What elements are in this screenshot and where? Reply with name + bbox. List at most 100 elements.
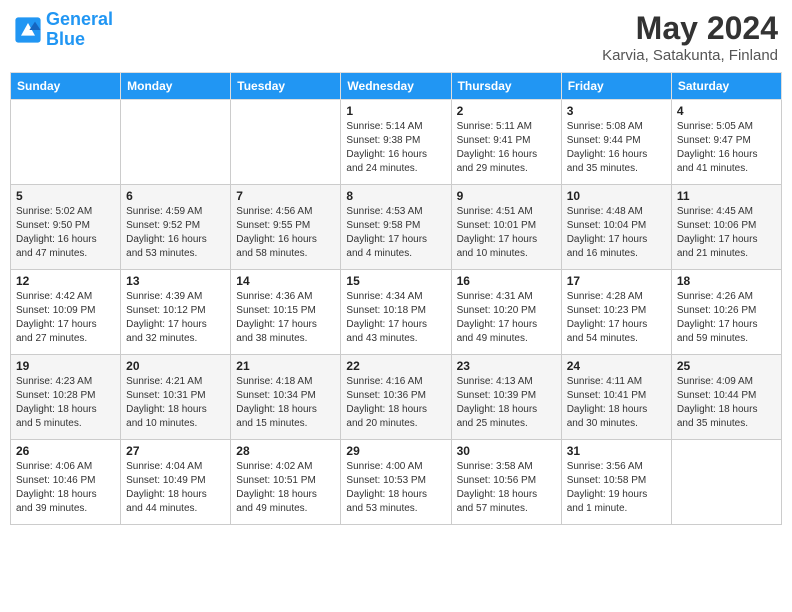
table-row: 12Sunrise: 4:42 AM Sunset: 10:09 PM Dayl…: [11, 270, 121, 355]
table-row: 9 Sunrise: 4:51 AM Sunset: 10:01 PM Dayli…: [451, 185, 561, 270]
table-row: 7 Sunrise: 4:56 AM Sunset: 9:55 PM Daylig…: [231, 185, 341, 270]
day-number: 2: [457, 104, 556, 118]
day-info: Sunrise: 4:36 AM Sunset: 10:15 PM Daylig…: [236, 290, 335, 346]
day-number: 21: [236, 359, 335, 373]
header-monday: Monday: [121, 73, 231, 100]
day-number: 15: [346, 274, 445, 288]
day-info: Sunrise: 5:11 AM Sunset: 9:41 PM Dayligh…: [457, 120, 556, 176]
table-row: 13Sunrise: 4:39 AM Sunset: 10:12 PM Dayl…: [121, 270, 231, 355]
day-info: Sunrise: 4:28 AM Sunset: 10:23 PM Daylig…: [567, 290, 666, 346]
day-number: 20: [126, 359, 225, 373]
title-section: May 2024 Karvia, Satakunta, Finland: [602, 10, 778, 64]
day-number: 30: [457, 444, 556, 458]
table-row: 16Sunrise: 4:31 AM Sunset: 10:20 PM Dayl…: [451, 270, 561, 355]
calendar-week-row: 1 Sunrise: 5:14 AM Sunset: 9:38 PM Daylig…: [11, 100, 782, 185]
day-info: Sunrise: 4:06 AM Sunset: 10:46 PM Daylig…: [16, 460, 115, 516]
day-info: Sunrise: 4:11 AM Sunset: 10:41 PM Daylig…: [567, 375, 666, 431]
header-wednesday: Wednesday: [341, 73, 451, 100]
day-info: Sunrise: 4:02 AM Sunset: 10:51 PM Daylig…: [236, 460, 335, 516]
table-row: [11, 100, 121, 185]
day-number: 16: [457, 274, 556, 288]
table-row: [671, 440, 781, 525]
day-number: 12: [16, 274, 115, 288]
day-info: Sunrise: 4:13 AM Sunset: 10:39 PM Daylig…: [457, 375, 556, 431]
day-number: 31: [567, 444, 666, 458]
table-row: 14Sunrise: 4:36 AM Sunset: 10:15 PM Dayl…: [231, 270, 341, 355]
day-info: Sunrise: 4:53 AM Sunset: 9:58 PM Dayligh…: [346, 205, 445, 261]
day-info: Sunrise: 4:48 AM Sunset: 10:04 PM Daylig…: [567, 205, 666, 261]
page-header: General Blue May 2024 Karvia, Satakunta,…: [10, 10, 782, 64]
calendar-table: Sunday Monday Tuesday Wednesday Thursday…: [10, 72, 782, 525]
day-info: Sunrise: 4:04 AM Sunset: 10:49 PM Daylig…: [126, 460, 225, 516]
table-row: 8 Sunrise: 4:53 AM Sunset: 9:58 PM Daylig…: [341, 185, 451, 270]
day-info: Sunrise: 4:23 AM Sunset: 10:28 PM Daylig…: [16, 375, 115, 431]
day-info: Sunrise: 4:18 AM Sunset: 10:34 PM Daylig…: [236, 375, 335, 431]
day-number: 7: [236, 189, 335, 203]
calendar-week-row: 19 Sunrise: 4:23 AM Sunset: 10:28 PM Dayl…: [11, 355, 782, 440]
calendar-week-row: 5Sunrise: 5:02 AM Sunset: 9:50 PM Daylig…: [11, 185, 782, 270]
table-row: 6Sunrise: 4:59 AM Sunset: 9:52 PM Daylig…: [121, 185, 231, 270]
day-info: Sunrise: 4:45 AM Sunset: 10:06 PM Daylig…: [677, 205, 776, 261]
day-info: Sunrise: 4:26 AM Sunset: 10:26 PM Daylig…: [677, 290, 776, 346]
day-number: 10: [567, 189, 666, 203]
day-number: 3: [567, 104, 666, 118]
table-row: 2 Sunrise: 5:11 AM Sunset: 9:41 PM Daylig…: [451, 100, 561, 185]
table-row: 20 Sunrise: 4:21 AM Sunset: 10:31 PM Dayl…: [121, 355, 231, 440]
day-info: Sunrise: 5:08 AM Sunset: 9:44 PM Dayligh…: [567, 120, 666, 176]
day-info: Sunrise: 4:00 AM Sunset: 10:53 PM Daylig…: [346, 460, 445, 516]
day-number: 9: [457, 189, 556, 203]
day-number: 1: [346, 104, 445, 118]
table-row: 29Sunrise: 4:00 AM Sunset: 10:53 PM Dayl…: [341, 440, 451, 525]
month-title: May 2024: [602, 10, 778, 47]
table-row: [231, 100, 341, 185]
table-row: 5Sunrise: 5:02 AM Sunset: 9:50 PM Daylig…: [11, 185, 121, 270]
header-saturday: Saturday: [671, 73, 781, 100]
day-info: Sunrise: 3:56 AM Sunset: 10:58 PM Daylig…: [567, 460, 666, 516]
calendar-week-row: 12Sunrise: 4:42 AM Sunset: 10:09 PM Dayl…: [11, 270, 782, 355]
table-row: 31 Sunrise: 3:56 AM Sunset: 10:58 PM Dayl…: [561, 440, 671, 525]
table-row: 27 Sunrise: 4:04 AM Sunset: 10:49 PM Dayl…: [121, 440, 231, 525]
day-info: Sunrise: 5:05 AM Sunset: 9:47 PM Dayligh…: [677, 120, 776, 176]
day-info: Sunrise: 4:56 AM Sunset: 9:55 PM Dayligh…: [236, 205, 335, 261]
location-title: Karvia, Satakunta, Finland: [602, 47, 778, 64]
table-row: 25 Sunrise: 4:09 AM Sunset: 10:44 PM Dayl…: [671, 355, 781, 440]
day-info: Sunrise: 5:14 AM Sunset: 9:38 PM Dayligh…: [346, 120, 445, 176]
table-row: 22Sunrise: 4:16 AM Sunset: 10:36 PM Dayl…: [341, 355, 451, 440]
table-row: 30 Sunrise: 3:58 AM Sunset: 10:56 PM Dayl…: [451, 440, 561, 525]
header-thursday: Thursday: [451, 73, 561, 100]
day-info: Sunrise: 4:09 AM Sunset: 10:44 PM Daylig…: [677, 375, 776, 431]
header-tuesday: Tuesday: [231, 73, 341, 100]
header-sunday: Sunday: [11, 73, 121, 100]
table-row: 4Sunrise: 5:05 AM Sunset: 9:47 PM Daylig…: [671, 100, 781, 185]
day-number: 11: [677, 189, 776, 203]
table-row: 3 Sunrise: 5:08 AM Sunset: 9:44 PM Daylig…: [561, 100, 671, 185]
logo-text: General Blue: [46, 10, 113, 50]
day-number: 8: [346, 189, 445, 203]
day-info: Sunrise: 3:58 AM Sunset: 10:56 PM Daylig…: [457, 460, 556, 516]
table-row: 11 Sunrise: 4:45 AM Sunset: 10:06 PM Dayl…: [671, 185, 781, 270]
table-row: 21 Sunrise: 4:18 AM Sunset: 10:34 PM Dayl…: [231, 355, 341, 440]
day-number: 27: [126, 444, 225, 458]
table-row: 15Sunrise: 4:34 AM Sunset: 10:18 PM Dayl…: [341, 270, 451, 355]
table-row: 10 Sunrise: 4:48 AM Sunset: 10:04 PM Dayl…: [561, 185, 671, 270]
table-row: 19 Sunrise: 4:23 AM Sunset: 10:28 PM Dayl…: [11, 355, 121, 440]
header-friday: Friday: [561, 73, 671, 100]
day-number: 6: [126, 189, 225, 203]
table-row: 1 Sunrise: 5:14 AM Sunset: 9:38 PM Daylig…: [341, 100, 451, 185]
calendar-week-row: 26Sunrise: 4:06 AM Sunset: 10:46 PM Dayl…: [11, 440, 782, 525]
day-number: 22: [346, 359, 445, 373]
day-number: 25: [677, 359, 776, 373]
day-number: 28: [236, 444, 335, 458]
day-info: Sunrise: 4:21 AM Sunset: 10:31 PM Daylig…: [126, 375, 225, 431]
table-row: 26Sunrise: 4:06 AM Sunset: 10:46 PM Dayl…: [11, 440, 121, 525]
day-number: 23: [457, 359, 556, 373]
day-number: 24: [567, 359, 666, 373]
day-info: Sunrise: 4:39 AM Sunset: 10:12 PM Daylig…: [126, 290, 225, 346]
day-info: Sunrise: 4:51 AM Sunset: 10:01 PM Daylig…: [457, 205, 556, 261]
table-row: 23 Sunrise: 4:13 AM Sunset: 10:39 PM Dayl…: [451, 355, 561, 440]
table-row: 24 Sunrise: 4:11 AM Sunset: 10:41 PM Dayl…: [561, 355, 671, 440]
day-info: Sunrise: 5:02 AM Sunset: 9:50 PM Dayligh…: [16, 205, 115, 261]
day-number: 19: [16, 359, 115, 373]
logo: General Blue: [14, 10, 113, 50]
day-number: 18: [677, 274, 776, 288]
